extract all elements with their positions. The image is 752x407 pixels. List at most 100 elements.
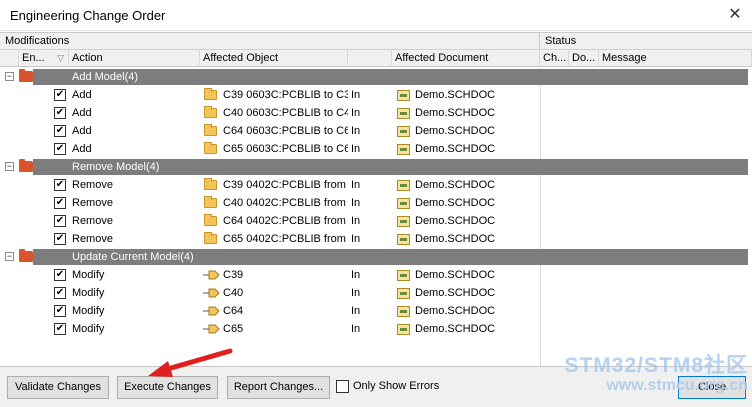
- red-arrow-annotation: [148, 348, 233, 377]
- schematic-document-icon: [397, 90, 410, 101]
- only-show-errors-box[interactable]: [336, 380, 349, 393]
- validate-changes-button[interactable]: Validate Changes: [7, 376, 109, 399]
- change-row[interactable]: ✔ Remove C40 0402C:PCBLIB from C In Demo.SCH…: [0, 194, 752, 212]
- affected-document-cell: Demo.SCHDOC: [415, 215, 496, 227]
- red-folder-icon: [19, 69, 33, 82]
- change-row[interactable]: ✔ Modify C64 In Demo.SCHDOC: [0, 302, 752, 320]
- yellow-folder-icon: [204, 88, 217, 100]
- collapse-icon[interactable]: −: [5, 72, 14, 81]
- enable-checkbox[interactable]: ✔: [54, 89, 66, 101]
- affected-document-cell: Demo.SCHDOC: [415, 269, 496, 281]
- group-label: Update Current Model(4): [72, 251, 194, 263]
- only-show-errors-label: Only Show Errors: [353, 380, 440, 392]
- change-row[interactable]: ✔ Add C40 0603C:PCBLIB to C40 In Demo.SCHDOC: [0, 104, 752, 122]
- window-close-icon[interactable]: ✕: [718, 0, 752, 31]
- col-affected-object[interactable]: Affected Object: [200, 50, 348, 67]
- in-cell: In: [351, 323, 361, 335]
- yellow-folder-icon: [204, 214, 217, 226]
- schematic-document-icon: [397, 270, 410, 281]
- enable-checkbox[interactable]: ✔: [54, 179, 66, 191]
- component-pin-icon: [203, 324, 220, 334]
- yellow-folder-icon: [204, 232, 217, 244]
- affected-object-cell: C64: [223, 305, 244, 317]
- group-row[interactable]: − Add Model(4): [0, 68, 752, 86]
- change-row[interactable]: ✔ Remove C39 0402C:PCBLIB from C In Demo.SCH…: [0, 176, 752, 194]
- col-affected-document[interactable]: Affected Document: [392, 50, 540, 67]
- action-cell: Remove: [72, 233, 113, 245]
- enable-checkbox[interactable]: ✔: [54, 143, 66, 155]
- schematic-document-icon: [397, 126, 410, 137]
- enable-checkbox[interactable]: ✔: [54, 107, 66, 119]
- enable-checkbox[interactable]: ✔: [54, 287, 66, 299]
- enable-checkbox[interactable]: ✔: [54, 305, 66, 317]
- schematic-document-icon: [397, 324, 410, 335]
- col-enable[interactable]: En... ▽: [19, 50, 69, 67]
- collapse-icon[interactable]: −: [5, 252, 14, 261]
- affected-document-cell: Demo.SCHDOC: [415, 305, 496, 317]
- yellow-folder-icon: [204, 178, 217, 190]
- change-row[interactable]: ✔ Modify C65 In Demo.SCHDOC: [0, 320, 752, 338]
- change-row[interactable]: ✔ Remove C64 0402C:PCBLIB from C In Demo.SCH…: [0, 212, 752, 230]
- schematic-document-icon: [397, 216, 410, 227]
- col-done[interactable]: Do...: [569, 50, 599, 67]
- enable-checkbox[interactable]: ✔: [54, 215, 66, 227]
- affected-document-cell: Demo.SCHDOC: [415, 125, 496, 137]
- change-row[interactable]: ✔ Add C64 0603C:PCBLIB to C64 In Demo.SCHDOC: [0, 122, 752, 140]
- change-row[interactable]: ✔ Add C65 0603C:PCBLIB to C65 In Demo.SCHDOC: [0, 140, 752, 158]
- action-cell: Remove: [72, 215, 113, 227]
- title-bar: Engineering Change Order ✕: [0, 0, 752, 31]
- report-changes-button[interactable]: Report Changes...: [227, 376, 330, 399]
- filter-icon[interactable]: ▽: [57, 50, 64, 66]
- in-cell: In: [351, 143, 361, 155]
- col-action[interactable]: Action: [69, 50, 200, 67]
- in-cell: In: [351, 287, 361, 299]
- component-pin-icon: [203, 270, 220, 280]
- schematic-document-icon: [397, 234, 410, 245]
- affected-object-cell: C64 0603C:PCBLIB to C64: [223, 125, 348, 137]
- group-row[interactable]: − Update Current Model(4): [0, 248, 752, 266]
- affected-document-cell: Demo.SCHDOC: [415, 143, 496, 155]
- watermark: STM32/STM8社区 www.stmcu.org.cn: [564, 349, 748, 395]
- in-cell: In: [351, 89, 361, 101]
- in-cell: In: [351, 197, 361, 209]
- enable-checkbox[interactable]: ✔: [54, 323, 66, 335]
- action-cell: Modify: [72, 323, 105, 335]
- collapse-icon[interactable]: −: [5, 162, 14, 171]
- enable-checkbox[interactable]: ✔: [54, 197, 66, 209]
- affected-object-cell: C64 0402C:PCBLIB from C: [223, 215, 348, 227]
- action-cell: Remove: [72, 197, 113, 209]
- in-cell: In: [351, 215, 361, 227]
- enable-checkbox[interactable]: ✔: [54, 233, 66, 245]
- change-row[interactable]: ✔ Modify C39 In Demo.SCHDOC: [0, 266, 752, 284]
- in-cell: In: [351, 125, 361, 137]
- affected-object-cell: C65 0603C:PCBLIB to C65: [223, 143, 348, 155]
- watermark-line1: STM32/STM8社区: [564, 354, 748, 377]
- affected-document-cell: Demo.SCHDOC: [415, 233, 496, 245]
- enable-checkbox[interactable]: ✔: [54, 125, 66, 137]
- schematic-document-icon: [397, 288, 410, 299]
- group-label: Add Model(4): [72, 71, 139, 83]
- change-row[interactable]: ✔ Remove C65 0402C:PCBLIB from C In Demo.SCH…: [0, 230, 752, 248]
- in-cell: In: [351, 233, 361, 245]
- affected-document-cell: Demo.SCHDOC: [415, 287, 496, 299]
- action-cell: Add: [72, 125, 92, 137]
- action-cell: Add: [72, 107, 92, 119]
- action-cell: Add: [72, 89, 92, 101]
- action-cell: Modify: [72, 269, 105, 281]
- col-check[interactable]: Ch...: [540, 50, 569, 67]
- yellow-folder-icon: [204, 142, 217, 154]
- status-group-header: Status: [540, 33, 752, 50]
- change-row[interactable]: ✔ Modify C40 In Demo.SCHDOC: [0, 284, 752, 302]
- group-row[interactable]: − Remove Model(4): [0, 158, 752, 176]
- in-cell: In: [351, 107, 361, 119]
- affected-document-cell: Demo.SCHDOC: [415, 89, 496, 101]
- enable-checkbox[interactable]: ✔: [54, 269, 66, 281]
- window-title: Engineering Change Order: [10, 8, 166, 23]
- col-message[interactable]: Message: [599, 50, 752, 67]
- change-row[interactable]: ✔ Add C39 0603C:PCBLIB to C39 In Demo.SCHDOC: [0, 86, 752, 104]
- action-cell: Modify: [72, 287, 105, 299]
- modifications-group-header: Modifications: [0, 33, 540, 50]
- component-pin-icon: [203, 306, 220, 316]
- col-in[interactable]: [348, 50, 392, 67]
- schematic-document-icon: [397, 198, 410, 209]
